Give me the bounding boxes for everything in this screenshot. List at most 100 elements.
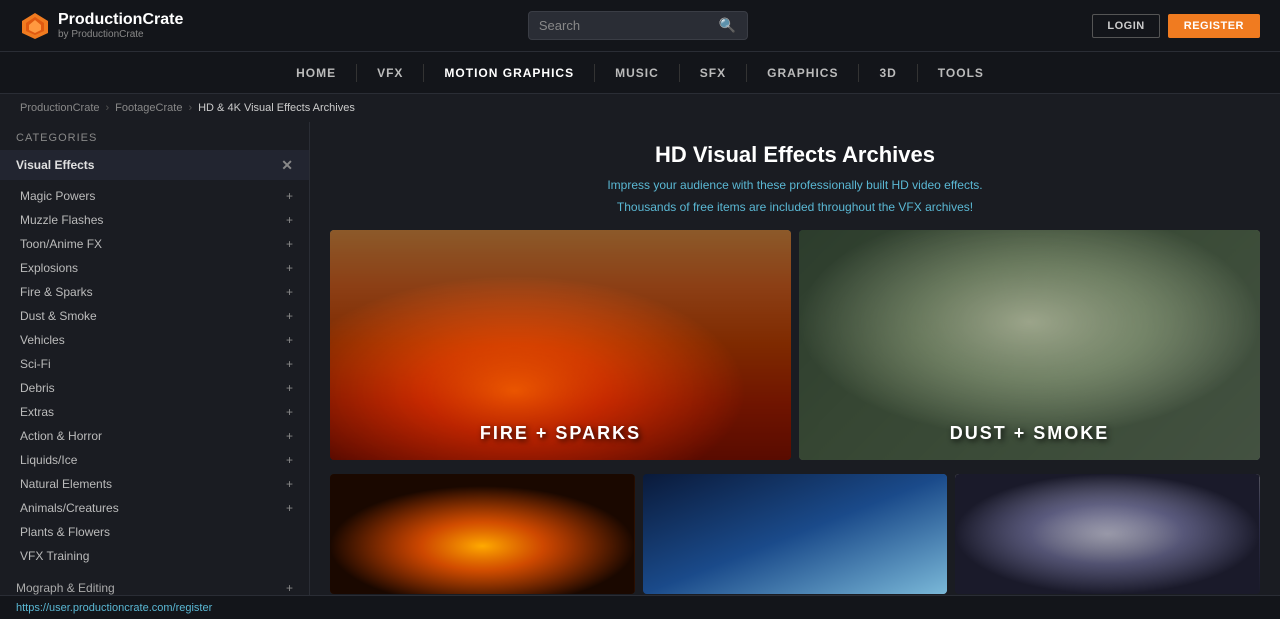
item-label: Magic Powers — [20, 189, 95, 203]
footer-url: https://user.productioncrate.com/registe… — [16, 602, 212, 614]
plus-icon: + — [286, 581, 293, 595]
nav-sfx[interactable]: SFX — [680, 52, 746, 94]
logo-text: ProductionCrate by ProductionCrate — [58, 11, 183, 40]
card-explosion[interactable] — [955, 474, 1260, 594]
plus-icon: + — [286, 405, 293, 419]
card-ice-bg — [643, 474, 948, 594]
search-input[interactable] — [539, 18, 719, 33]
item-label: Toon/Anime FX — [20, 237, 102, 251]
sidebar-item-muzzle-flashes[interactable]: Muzzle Flashes + — [0, 208, 309, 232]
card-dust-bg: DUST + SMOKE — [799, 230, 1260, 460]
plus-icon: + — [286, 213, 293, 227]
plus-icon: + — [286, 285, 293, 299]
sidebar-item-debris[interactable]: Debris + — [0, 376, 309, 400]
register-button[interactable]: REGISTER — [1168, 14, 1260, 38]
main-nav: HOME VFX MOTION GRAPHICS MUSIC SFX GRAPH… — [0, 52, 1280, 94]
breadcrumb-productioncrate[interactable]: ProductionCrate — [20, 102, 100, 114]
card-fire-sparks[interactable]: FIRE + SPARKS — [330, 230, 791, 460]
sidebar: Categories Visual Effects ✕ Magic Powers… — [0, 122, 310, 595]
nav-graphics[interactable]: GRAPHICS — [747, 52, 858, 94]
item-label: Sci-Fi — [20, 357, 51, 371]
sidebar-item-action-horror[interactable]: Action & Horror + — [0, 424, 309, 448]
nav-3d[interactable]: 3D — [859, 52, 916, 94]
card-sparks-2[interactable] — [330, 474, 635, 594]
logo-icon — [20, 11, 50, 41]
card-sparks2-bg — [330, 474, 635, 594]
sidebar-item-natural-elements[interactable]: Natural Elements + — [0, 472, 309, 496]
logo-title: ProductionCrate — [58, 11, 183, 29]
page-title: HD Visual Effects Archives — [330, 142, 1260, 168]
card-dust-smoke[interactable]: DUST + SMOKE — [799, 230, 1260, 460]
plus-icon: + — [286, 429, 293, 443]
item-label: VFX Training — [20, 549, 89, 563]
search-area[interactable]: 🔍 — [528, 11, 748, 40]
item-label: Vehicles — [20, 333, 65, 347]
sidebar-item-explosions[interactable]: Explosions + — [0, 256, 309, 280]
breadcrumb: ProductionCrate › FootageCrate › HD & 4K… — [0, 94, 1280, 122]
cards-row-2 — [330, 474, 1260, 594]
close-icon[interactable]: ✕ — [281, 158, 293, 172]
sidebar-item-extras[interactable]: Extras + — [0, 400, 309, 424]
plus-icon: + — [286, 261, 293, 275]
sidebar-item-toon-anime[interactable]: Toon/Anime FX + — [0, 232, 309, 256]
sidebar-item-liquids-ice[interactable]: Liquids/Ice + — [0, 448, 309, 472]
plus-icon: + — [286, 333, 293, 347]
plus-icon: + — [286, 189, 293, 203]
plus-icon: + — [286, 477, 293, 491]
card-explosion-bg — [955, 474, 1260, 594]
sidebar-item-vfx-training[interactable]: VFX Training — [0, 544, 309, 568]
nav-motion-graphics[interactable]: MOTION GRAPHICS — [424, 52, 594, 94]
breadcrumb-current: HD & 4K Visual Effects Archives — [198, 102, 355, 114]
plus-icon: + — [286, 501, 293, 515]
item-label: Explosions — [20, 261, 78, 275]
nav-home[interactable]: HOME — [276, 52, 356, 94]
nav-music[interactable]: MUSIC — [595, 52, 679, 94]
sidebar-item-vehicles[interactable]: Vehicles + — [0, 328, 309, 352]
search-button[interactable]: 🔍 — [719, 17, 736, 34]
card-fire-bg: FIRE + SPARKS — [330, 230, 791, 460]
item-label: Plants & Flowers — [20, 525, 110, 539]
login-button[interactable]: LOGIN — [1092, 14, 1159, 38]
categories-header: Categories — [0, 122, 309, 150]
dust-smoke-label: DUST + SMOKE — [799, 423, 1260, 444]
item-label: Natural Elements — [20, 477, 112, 491]
sidebar-item-plants-flowers[interactable]: Plants & Flowers — [0, 520, 309, 544]
header: ProductionCrate by ProductionCrate 🔍 LOG… — [0, 0, 1280, 52]
item-label: Debris — [20, 381, 55, 395]
item-label: Liquids/Ice — [20, 453, 77, 467]
plus-icon: + — [286, 237, 293, 251]
sidebar-item-dust-smoke[interactable]: Dust & Smoke + — [0, 304, 309, 328]
cards-row-1: FIRE + SPARKS — [330, 230, 1260, 460]
item-label: Dust & Smoke — [20, 309, 97, 323]
breadcrumb-footagecrate[interactable]: FootageCrate — [115, 102, 182, 114]
auth-buttons: LOGIN REGISTER — [1092, 14, 1260, 38]
item-label: Animals/Creatures — [20, 501, 119, 515]
logo-area: ProductionCrate by ProductionCrate — [20, 11, 183, 41]
plus-icon: + — [286, 381, 293, 395]
item-label: Action & Horror — [20, 429, 102, 443]
content-area: HD Visual Effects Archives Impress your … — [310, 122, 1280, 595]
footer-bar: https://user.productioncrate.com/registe… — [0, 595, 1280, 619]
sidebar-item-magic-powers[interactable]: Magic Powers + — [0, 184, 309, 208]
sidebar-item-fire-sparks[interactable]: Fire & Sparks + — [0, 280, 309, 304]
item-label: Mograph & Editing — [16, 581, 115, 595]
visual-effects-header[interactable]: Visual Effects ✕ — [0, 150, 309, 180]
page-subtitle-2: Thousands of free items are included thr… — [330, 198, 1260, 216]
breadcrumb-sep-1: › — [106, 102, 110, 114]
main-layout: Categories Visual Effects ✕ Magic Powers… — [0, 122, 1280, 595]
item-label: Muzzle Flashes — [20, 213, 103, 227]
plus-icon: + — [286, 453, 293, 467]
sidebar-item-sci-fi[interactable]: Sci-Fi + — [0, 352, 309, 376]
nav-tools[interactable]: TOOLS — [918, 52, 1004, 94]
sidebar-item-animals-creatures[interactable]: Animals/Creatures + — [0, 496, 309, 520]
nav-vfx[interactable]: VFX — [357, 52, 423, 94]
item-label: Fire & Sparks — [20, 285, 93, 299]
sidebar-item-mograph[interactable]: Mograph & Editing + — [0, 574, 309, 595]
category-group-visual-effects: Visual Effects ✕ Magic Powers + Muzzle F… — [0, 150, 309, 572]
logo-sub: by ProductionCrate — [58, 29, 183, 40]
visual-effects-label: Visual Effects — [16, 158, 94, 172]
subtitle-highlight-1: Impress your audience with these profess… — [607, 178, 982, 192]
breadcrumb-sep-2: › — [188, 102, 192, 114]
fire-sparks-label: FIRE + SPARKS — [330, 423, 791, 444]
card-ice[interactable] — [643, 474, 948, 594]
